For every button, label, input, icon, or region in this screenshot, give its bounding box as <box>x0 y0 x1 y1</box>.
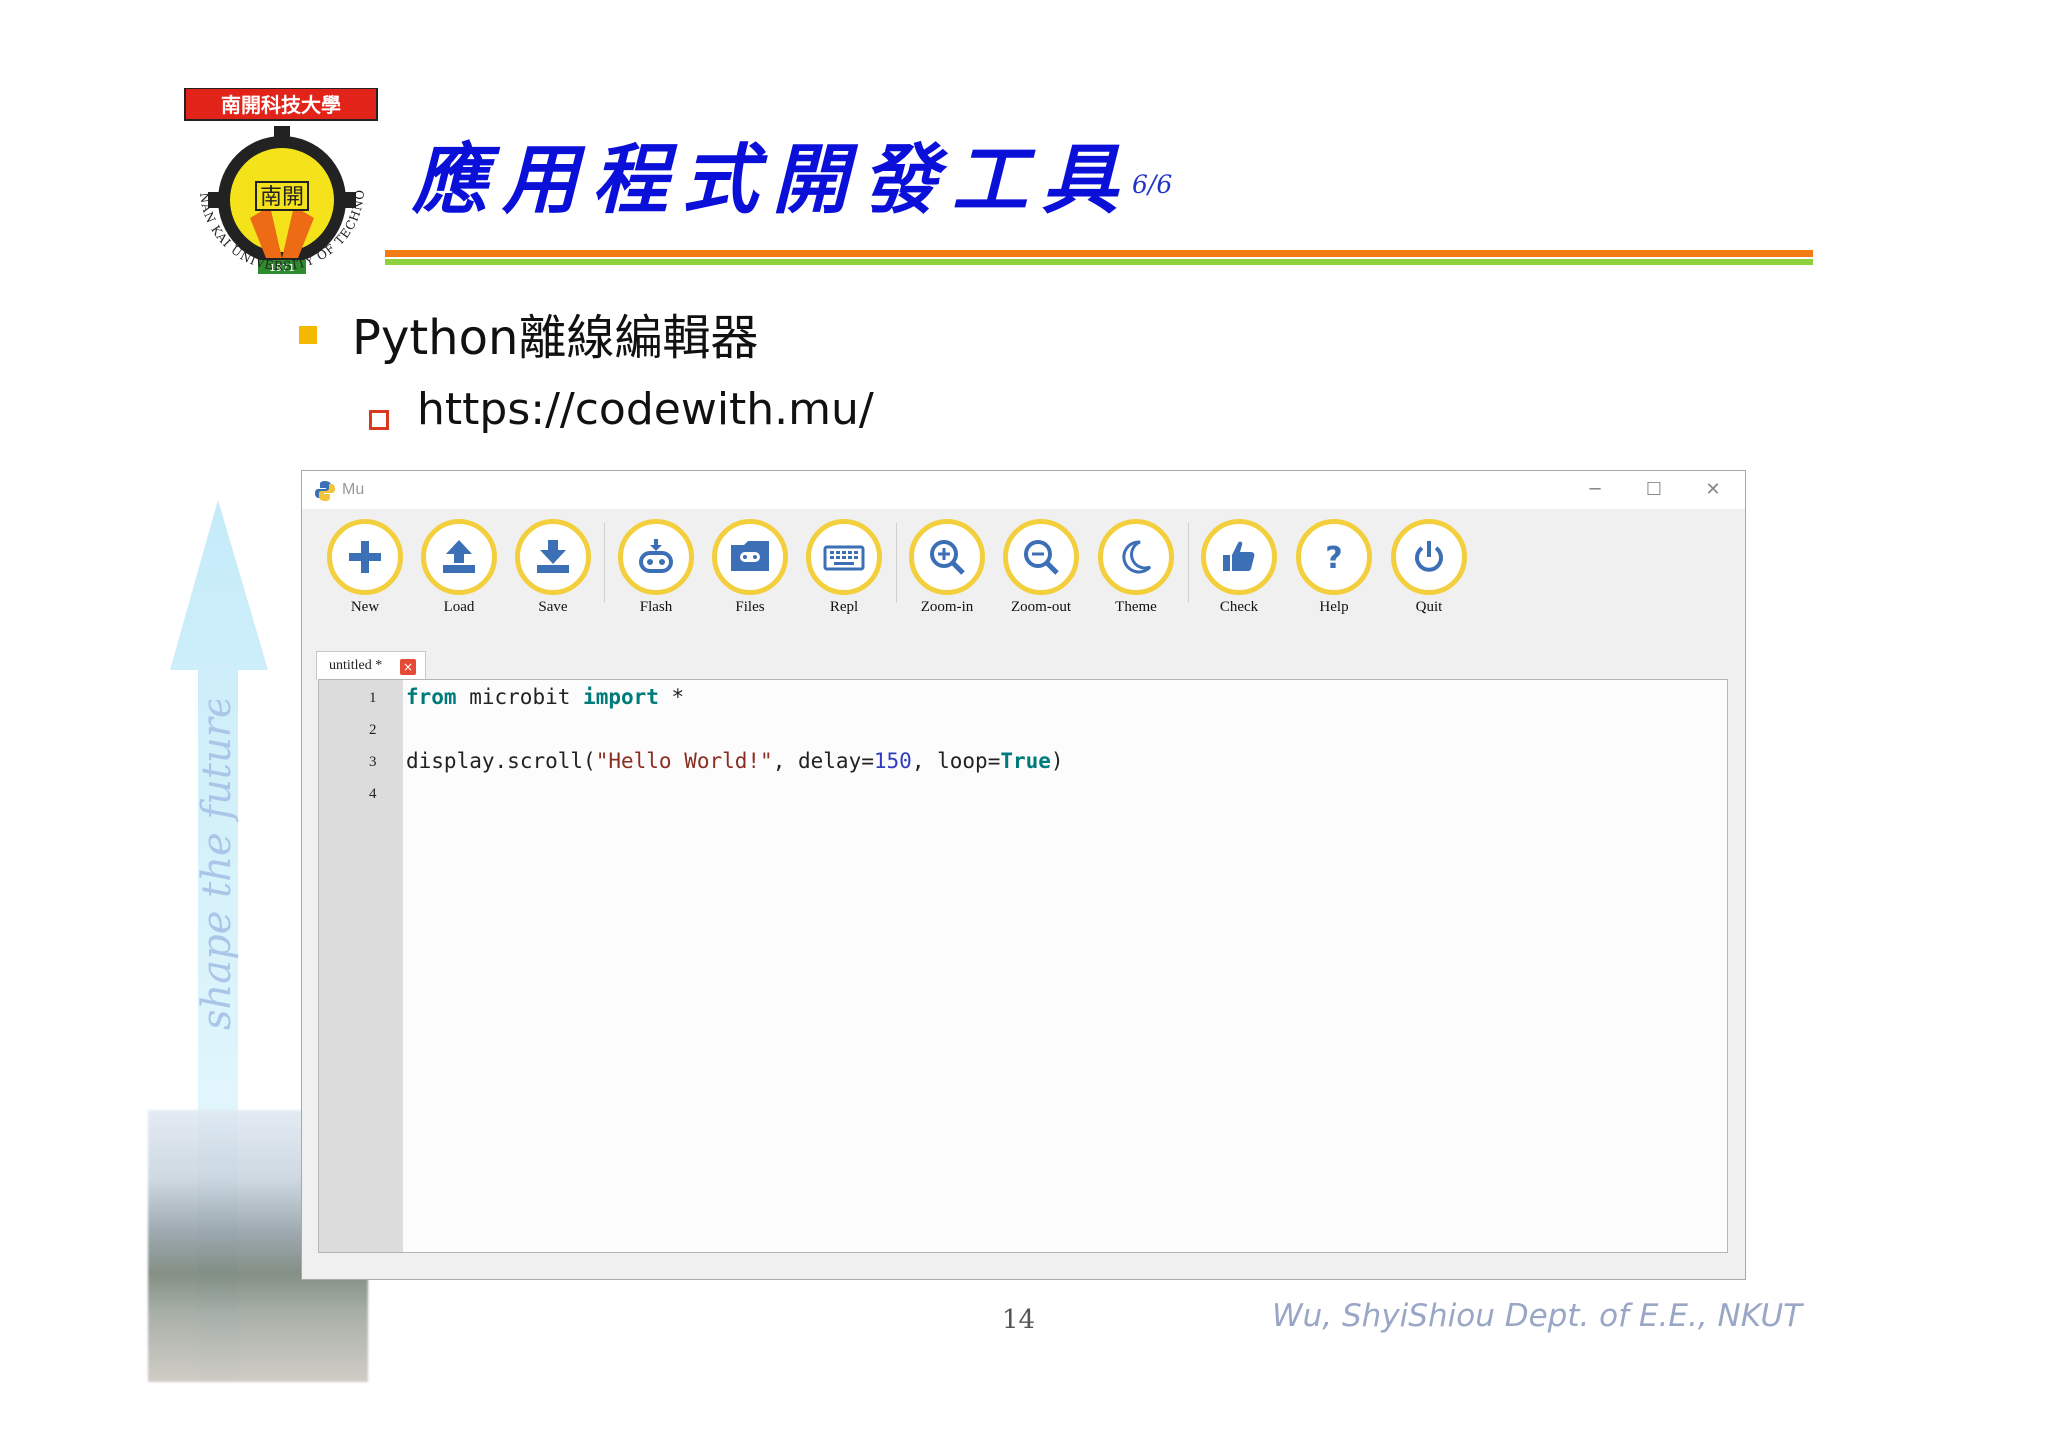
line-number: 2 <box>369 722 377 738</box>
bullet-text: Python離線編輯器 <box>352 310 759 366</box>
svg-text:南開科技大學: 南開科技大學 <box>221 93 341 117</box>
line-number-gutter: 1 2 3 4 <box>319 680 403 1252</box>
new-button[interactable]: New <box>320 519 410 616</box>
keyboard-icon <box>823 545 865 571</box>
page-number: 14 <box>1002 1305 1036 1335</box>
zoom-out-icon <box>1024 540 1059 575</box>
bullet-marker <box>299 326 317 344</box>
page-index: 6/6 <box>1132 170 1173 199</box>
code-editor[interactable]: 1 2 3 4 from microbit import * display.s… <box>318 679 1728 1253</box>
toolbar-separator <box>896 523 897 603</box>
line-number: 1 <box>369 690 377 706</box>
files-button[interactable]: Files <box>705 519 795 616</box>
window-titlebar: Mu ─ ☐ ✕ <box>302 471 1745 509</box>
quit-button[interactable]: Quit <box>1384 519 1474 616</box>
load-button[interactable]: Load <box>414 519 504 616</box>
svg-text:shape the future: shape the future <box>194 700 240 1030</box>
zoom-in-button[interactable]: Zoom-in <box>902 519 992 616</box>
toolbar: New Load Save Flash Files Repl Zoom-in Z… <box>302 509 1745 615</box>
files-icon <box>731 541 769 571</box>
minimize-button[interactable]: ─ <box>1567 475 1623 505</box>
svg-text:南開: 南開 <box>260 185 304 210</box>
window-title: Mu <box>342 481 365 498</box>
title-rule-green <box>385 259 1813 265</box>
tab-label: untitled * <box>329 658 383 673</box>
line-number: 4 <box>369 786 377 802</box>
code-line: display.scroll("Hello World!", delay=150… <box>406 749 1064 773</box>
code-line: from microbit import * <box>406 685 685 709</box>
mu-editor-window: Mu ─ ☐ ✕ New Load Save Flash Files Repl <box>301 470 1746 1280</box>
svg-text:?: ? <box>1325 541 1342 576</box>
author-credit: Wu, ShyiShiou Dept. of E.E., NKUT <box>1272 1298 1803 1334</box>
maximize-button[interactable]: ☐ <box>1626 475 1682 505</box>
tab-untitled[interactable]: untitled * × <box>316 651 426 680</box>
power-icon <box>1415 541 1443 572</box>
title-rule-orange <box>385 250 1813 257</box>
python-logo-icon <box>315 481 335 501</box>
upload-icon <box>443 540 475 573</box>
close-button[interactable]: ✕ <box>1685 475 1741 505</box>
help-icon: ? <box>1325 541 1342 576</box>
line-number: 3 <box>369 754 377 770</box>
check-button[interactable]: Check <box>1194 519 1284 616</box>
zoom-in-icon <box>930 540 965 575</box>
theme-button[interactable]: Theme <box>1091 519 1181 616</box>
university-logo: 南開科技大學 南開 1971 NAN KAI UNIVERSITY OF TEC… <box>170 88 378 274</box>
sub-bullet-link[interactable]: https://codewith.mu/ <box>417 384 874 435</box>
toolbar-separator <box>1188 523 1189 603</box>
thumbs-up-icon <box>1223 541 1255 571</box>
sub-bullet-marker <box>369 410 389 430</box>
tab-close-icon[interactable]: × <box>400 659 416 675</box>
flash-button[interactable]: Flash <box>611 519 701 616</box>
toolbar-separator <box>604 523 605 603</box>
help-button[interactable]: ? Help <box>1289 519 1379 616</box>
repl-button[interactable]: Repl <box>799 519 889 616</box>
download-icon <box>537 540 569 573</box>
page-title: 應用程式開發工具 <box>412 135 1132 224</box>
zoom-out-button[interactable]: Zoom-out <box>996 519 1086 616</box>
moon-icon <box>1122 540 1152 574</box>
plus-icon <box>349 541 381 573</box>
flash-icon <box>639 539 673 573</box>
save-button[interactable]: Save <box>508 519 598 616</box>
slogan-text: shape the future <box>194 700 240 1030</box>
